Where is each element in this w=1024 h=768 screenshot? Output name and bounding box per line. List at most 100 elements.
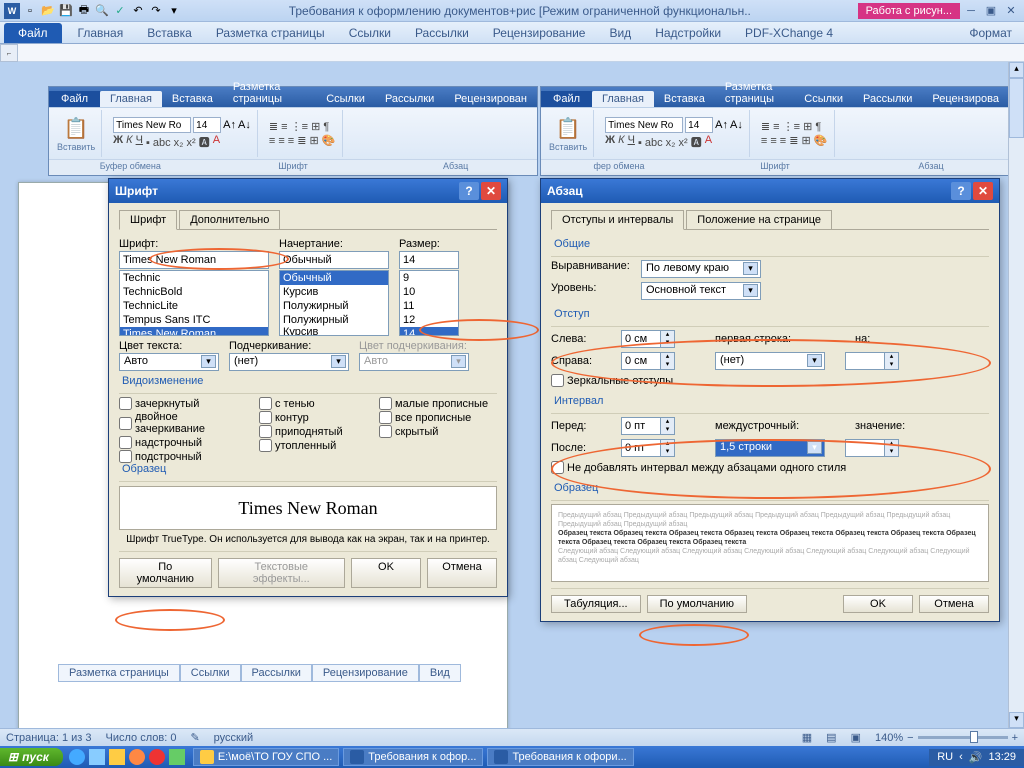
fx-sub[interactable]: подстрочный [119, 450, 249, 463]
indent-left-spin[interactable]: ▴▾ [621, 330, 675, 348]
default-button[interactable]: По умолчанию [119, 558, 212, 588]
mini-tab-review[interactable]: Рецензирован [444, 91, 537, 107]
tray-clock[interactable]: 13:29 [988, 751, 1016, 763]
font-tab-font[interactable]: Шрифт [119, 210, 177, 230]
shrink-font-icon[interactable]: A↓ [238, 119, 251, 131]
alignment-select[interactable]: По левому краю [641, 260, 761, 278]
mini2-tab-insert[interactable]: Вставка [654, 91, 715, 107]
font-size-field[interactable] [399, 251, 459, 269]
fx-strike[interactable]: зачеркнутый [119, 397, 249, 410]
zoom-slider-thumb[interactable] [970, 731, 978, 743]
save-icon[interactable]: 💾 [58, 3, 74, 19]
font-style-field[interactable] [279, 251, 389, 269]
mini2-tab-review[interactable]: Рецензирова [922, 91, 1009, 107]
preview-icon[interactable]: 🔍 [94, 3, 110, 19]
firstline-select[interactable]: (нет) [715, 352, 825, 370]
para-cancel-button[interactable]: Отмена [919, 595, 989, 613]
minimize-icon[interactable]: ─ [962, 3, 980, 19]
paste-icon-2[interactable]: 📋 [556, 116, 581, 141]
font-size-input[interactable] [193, 117, 221, 133]
underline-select[interactable]: (нет) [229, 353, 349, 371]
zoom-out-icon[interactable]: − [907, 732, 913, 744]
close-icon[interactable]: ✕ [481, 182, 501, 200]
tab-pdf[interactable]: PDF-XChange 4 [733, 23, 845, 43]
mini2-tab-home[interactable]: Главная [592, 91, 654, 107]
linespacing-select[interactable]: 1,5 строки [715, 439, 825, 457]
grow-font-icon[interactable]: A↑ [223, 119, 236, 131]
linespacing-at-spin[interactable]: ▴▾ [845, 439, 899, 457]
font-name-field[interactable] [119, 251, 269, 269]
para-tab-page[interactable]: Положение на странице [686, 210, 832, 230]
file-tab[interactable]: Файл [4, 23, 62, 43]
mini-tab-refs[interactable]: Ссылки [316, 91, 375, 107]
mini-tab-insert[interactable]: Вставка [162, 91, 223, 107]
help-icon[interactable]: ? [951, 182, 971, 200]
scroll-up-icon[interactable]: ▴ [1009, 62, 1024, 78]
ql-app-icon[interactable] [169, 749, 185, 765]
tab-refs[interactable]: Ссылки [337, 23, 403, 43]
ok-button[interactable]: OK [351, 558, 421, 588]
mini-tab-home[interactable]: Главная [100, 91, 162, 107]
taskbar-item-word1[interactable]: Требования к офор... [343, 748, 483, 766]
size-list[interactable]: 9 10 11 12 14 [399, 270, 459, 336]
ruler-tab-selector[interactable]: ⌐ [0, 44, 18, 62]
view-read-icon[interactable]: ▤ [826, 731, 836, 744]
font-tab-advanced[interactable]: Дополнительно [179, 210, 280, 230]
para-tab-indents[interactable]: Отступы и интервалы [551, 210, 684, 230]
vertical-scrollbar[interactable]: ▴ ▾ [1008, 62, 1024, 728]
zoom-level[interactable]: 140% [875, 732, 903, 744]
ql-folder-icon[interactable] [109, 749, 125, 765]
scroll-thumb[interactable] [1009, 78, 1024, 138]
fx-super[interactable]: надстрочный [119, 436, 249, 449]
mini-tab-layout[interactable]: Разметка страницы [223, 79, 316, 107]
tab-review[interactable]: Рецензирование [481, 23, 598, 43]
firstline-by-spin[interactable]: ▴▾ [845, 352, 899, 370]
mirror-indents-check[interactable]: Зеркальные отступы [551, 374, 989, 387]
mini-file-tab[interactable]: Файл [49, 91, 100, 107]
font-size-input-2[interactable] [685, 117, 713, 133]
tray-lang[interactable]: RU [937, 751, 953, 763]
tab-mail[interactable]: Рассылки [403, 23, 481, 43]
fx-hidden[interactable]: скрытый [379, 425, 488, 438]
picture-tools-tab[interactable]: Работа с рисун... [858, 3, 960, 19]
spell-status-icon[interactable]: ✎ [190, 731, 199, 744]
fx-dblstrike[interactable]: двойное зачеркивание [119, 411, 249, 435]
page-indicator[interactable]: Страница: 1 из 3 [6, 732, 92, 744]
space-after-spin[interactable]: ▴▾ [621, 439, 675, 457]
font-name-input[interactable] [113, 117, 191, 133]
font-list[interactable]: Technic TechnicBold TechnicLite Tempus S… [119, 270, 269, 336]
fx-emboss[interactable]: приподнятый [259, 425, 369, 438]
taskbar-item-explorer[interactable]: E:\моё\ТО ГОУ СПО ... [193, 748, 339, 766]
ql-player-icon[interactable] [129, 749, 145, 765]
tab-addins[interactable]: Надстройки [643, 23, 733, 43]
indent-right-spin[interactable]: ▴▾ [621, 352, 675, 370]
tab-insert[interactable]: Вставка [135, 23, 204, 43]
ql-desktop-icon[interactable] [89, 749, 105, 765]
tray-expand-icon[interactable]: ‹ [959, 751, 963, 763]
paste-icon[interactable]: 📋 [64, 116, 89, 141]
font-name-input-2[interactable] [605, 117, 683, 133]
restore-icon[interactable]: ▣ [982, 3, 1000, 19]
space-before-spin[interactable]: ▴▾ [621, 417, 675, 435]
outline-level-select[interactable]: Основной текст [641, 282, 761, 300]
start-button[interactable]: ⊞пуск [0, 748, 63, 766]
font-color-select[interactable]: Авто [119, 353, 219, 371]
system-tray[interactable]: RU ‹ 🔊 13:29 [929, 749, 1024, 766]
mini2-tab-mail[interactable]: Рассылки [853, 91, 922, 107]
close-icon[interactable]: ✕ [973, 182, 993, 200]
para-ok-button[interactable]: OK [843, 595, 913, 613]
spell-icon[interactable]: ✓ [112, 3, 128, 19]
no-space-same-style-check[interactable]: Не добавлять интервал между абзацами одн… [551, 461, 989, 474]
new-icon[interactable]: ▫ [22, 3, 38, 19]
tabs-button[interactable]: Табуляция... [551, 595, 641, 613]
para-default-button[interactable]: По умолчанию [647, 595, 747, 613]
style-list[interactable]: Обычный Курсив Полужирный Полужирный Кур… [279, 270, 389, 336]
open-icon[interactable]: 📂 [40, 3, 56, 19]
tray-volume-icon[interactable]: 🔊 [969, 751, 983, 764]
mini-tab-mail[interactable]: Рассылки [375, 91, 444, 107]
print-icon[interactable]: 🖶 [76, 3, 92, 19]
tab-layout[interactable]: Разметка страницы [204, 23, 337, 43]
view-print-icon[interactable]: ▦ [802, 731, 812, 744]
tab-home[interactable]: Главная [66, 23, 136, 43]
mini2-tab-refs[interactable]: Ссылки [794, 91, 853, 107]
